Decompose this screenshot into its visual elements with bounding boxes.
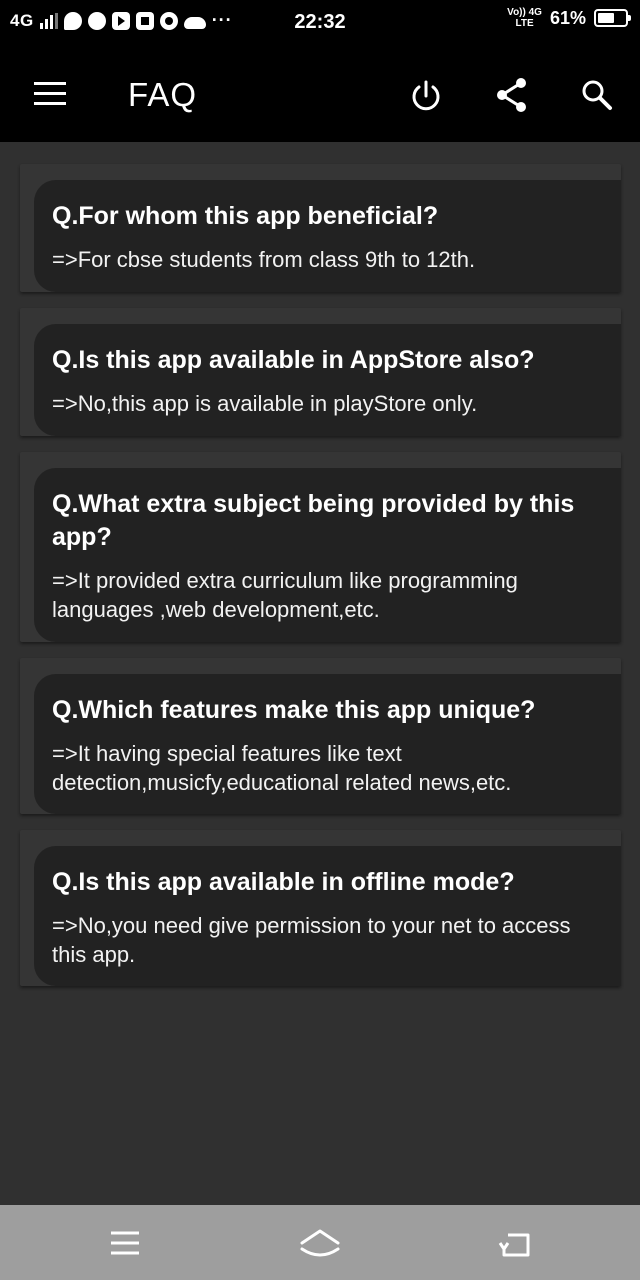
faq-card-body: Q.Is this app available in offline mode?…	[34, 846, 621, 986]
faq-question: Q.Which features make this app unique?	[52, 696, 536, 724]
faq-answer: =>No,you need give permission to your ne…	[52, 913, 571, 967]
navigation-bar	[0, 1205, 640, 1280]
faq-answer: =>It provided extra curriculum like prog…	[52, 568, 518, 622]
faq-answer: =>For cbse students from class 9th to 12…	[52, 247, 476, 272]
faq-card: Q.What extra subject being provided by t…	[20, 452, 621, 642]
battery-fill	[598, 13, 614, 23]
app-bar: FAQ	[0, 44, 640, 142]
battery-percent: 61%	[549, 7, 586, 28]
faq-card-body: Q.Is this app available in AppStore also…	[34, 324, 621, 436]
faq-card-body: Q.Which features make this app unique? =…	[34, 674, 621, 814]
faq-card: Q.Which features make this app unique? =…	[20, 658, 621, 814]
volte-bottom-label: LTE	[515, 18, 534, 29]
faq-card: Q.Is this app available in AppStore also…	[20, 308, 621, 436]
volte-top-label: Vo)) 4G	[507, 7, 542, 18]
faq-card-body: Q.What extra subject being provided by t…	[34, 468, 621, 642]
back-icon[interactable]	[498, 1229, 532, 1259]
recent-apps-icon[interactable]	[108, 1229, 142, 1257]
faq-card: Q.Is this app available in offline mode?…	[20, 830, 621, 986]
status-bar: 4G ··· 22:32 Vo)) 4G LTE 61%	[0, 0, 640, 44]
faq-card-body: Q.For whom this app beneficial? =>For cb…	[34, 180, 621, 292]
status-right: Vo)) 4G LTE 61%	[507, 7, 631, 29]
faq-answer: =>It having special features like text d…	[52, 741, 512, 795]
battery-icon	[594, 9, 631, 27]
faq-question: Q.What extra subject being provided by t…	[52, 490, 575, 551]
faq-answer: =>No,this app is available in playStore …	[52, 391, 478, 416]
faq-card: Q.For whom this app beneficial? =>For cb…	[20, 164, 621, 292]
search-icon[interactable]	[580, 78, 614, 112]
faq-question: Q.Is this app available in AppStore also…	[52, 346, 535, 374]
page-title: FAQ	[128, 76, 198, 113]
share-icon[interactable]	[494, 76, 530, 114]
menu-icon[interactable]	[34, 82, 66, 106]
volte-indicator: Vo)) 4G LTE	[507, 7, 542, 29]
power-icon[interactable]	[408, 78, 444, 114]
faq-question: Q.Is this app available in offline mode?	[52, 868, 515, 896]
faq-question: Q.For whom this app beneficial?	[52, 202, 439, 230]
home-icon[interactable]	[298, 1227, 342, 1259]
faq-list: Q.For whom this app beneficial? =>For cb…	[0, 142, 640, 1205]
